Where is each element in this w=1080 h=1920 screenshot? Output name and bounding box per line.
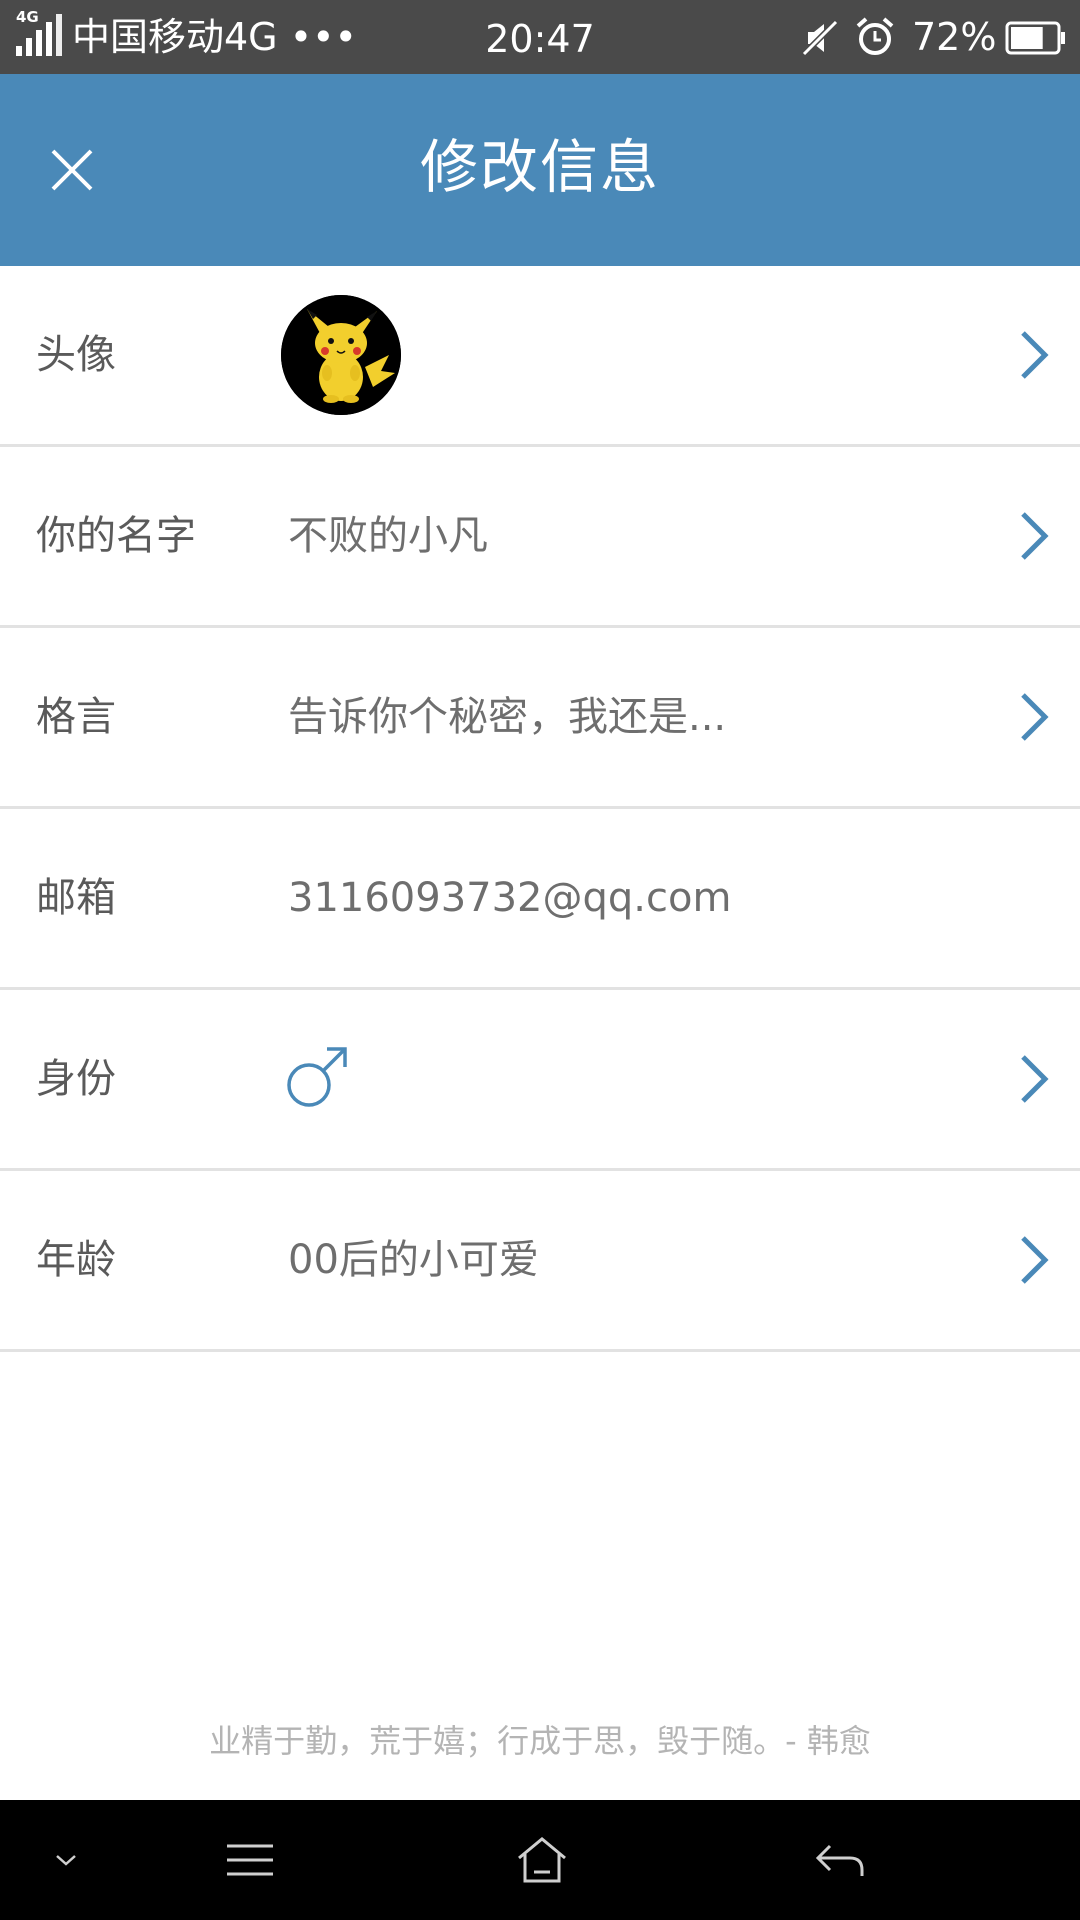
male-icon (287, 1047, 347, 1107)
identity-row[interactable]: 身份 (0, 990, 1080, 1171)
system-nav-bar (0, 1800, 1080, 1920)
pikachu-avatar-image (281, 295, 401, 415)
chevron-right-icon (1021, 693, 1049, 741)
email-row: 邮箱 3116093732@qq.com (0, 809, 1080, 990)
back-icon (815, 1844, 864, 1876)
name-row[interactable]: 你的名字 不败的小凡 (0, 447, 1080, 628)
avatar-row[interactable]: 头像 (0, 266, 1080, 447)
app-header: 修改信息 (0, 74, 1080, 266)
email-label: 邮箱 (36, 875, 116, 921)
footer-quote: 业精于勤，荒于嬉；行成于思，毁于随。- 韩愈 (209, 1722, 871, 1760)
menu-button[interactable] (220, 1830, 280, 1890)
status-bar: 4G 中国移动4G ••• 20:47 72% (0, 0, 1080, 74)
home-button[interactable] (512, 1830, 572, 1890)
menu-icon (227, 1844, 273, 1876)
age-row[interactable]: 年龄 00后的小可爱 (0, 1171, 1080, 1352)
chevron-right-icon (1021, 512, 1049, 560)
chevron-right-icon (1021, 1236, 1049, 1284)
profile-list: 头像 你的名字 不败的小凡 格言 告诉你个秘密，我还是... 邮箱 311609… (0, 266, 1080, 1352)
page-title: 修改信息 (419, 133, 660, 201)
avatar (281, 295, 401, 415)
mute-icon (801, 19, 839, 57)
motto-row[interactable]: 格言 告诉你个秘密，我还是... (0, 628, 1080, 809)
age-label: 年龄 (36, 1237, 116, 1283)
email-value: 3116093732@qq.com (288, 875, 732, 921)
identity-label: 身份 (36, 1056, 116, 1102)
home-icon (518, 1837, 566, 1883)
alarm-icon (856, 17, 894, 55)
motto-label: 格言 (36, 694, 116, 740)
age-value: 00后的小可爱 (288, 1237, 539, 1283)
battery-percent: 72% (912, 15, 997, 59)
name-label: 你的名字 (36, 513, 196, 559)
battery-icon (1005, 21, 1065, 55)
chevron-right-icon (1021, 1055, 1049, 1103)
chevron-right-icon (1021, 331, 1049, 379)
name-value: 不败的小凡 (288, 513, 488, 559)
collapse-icon (56, 1855, 76, 1866)
avatar-label: 头像 (36, 332, 116, 378)
collapse-button[interactable] (36, 1830, 96, 1890)
motto-value: 告诉你个秘密，我还是... (288, 694, 727, 740)
back-button[interactable] (810, 1830, 870, 1890)
